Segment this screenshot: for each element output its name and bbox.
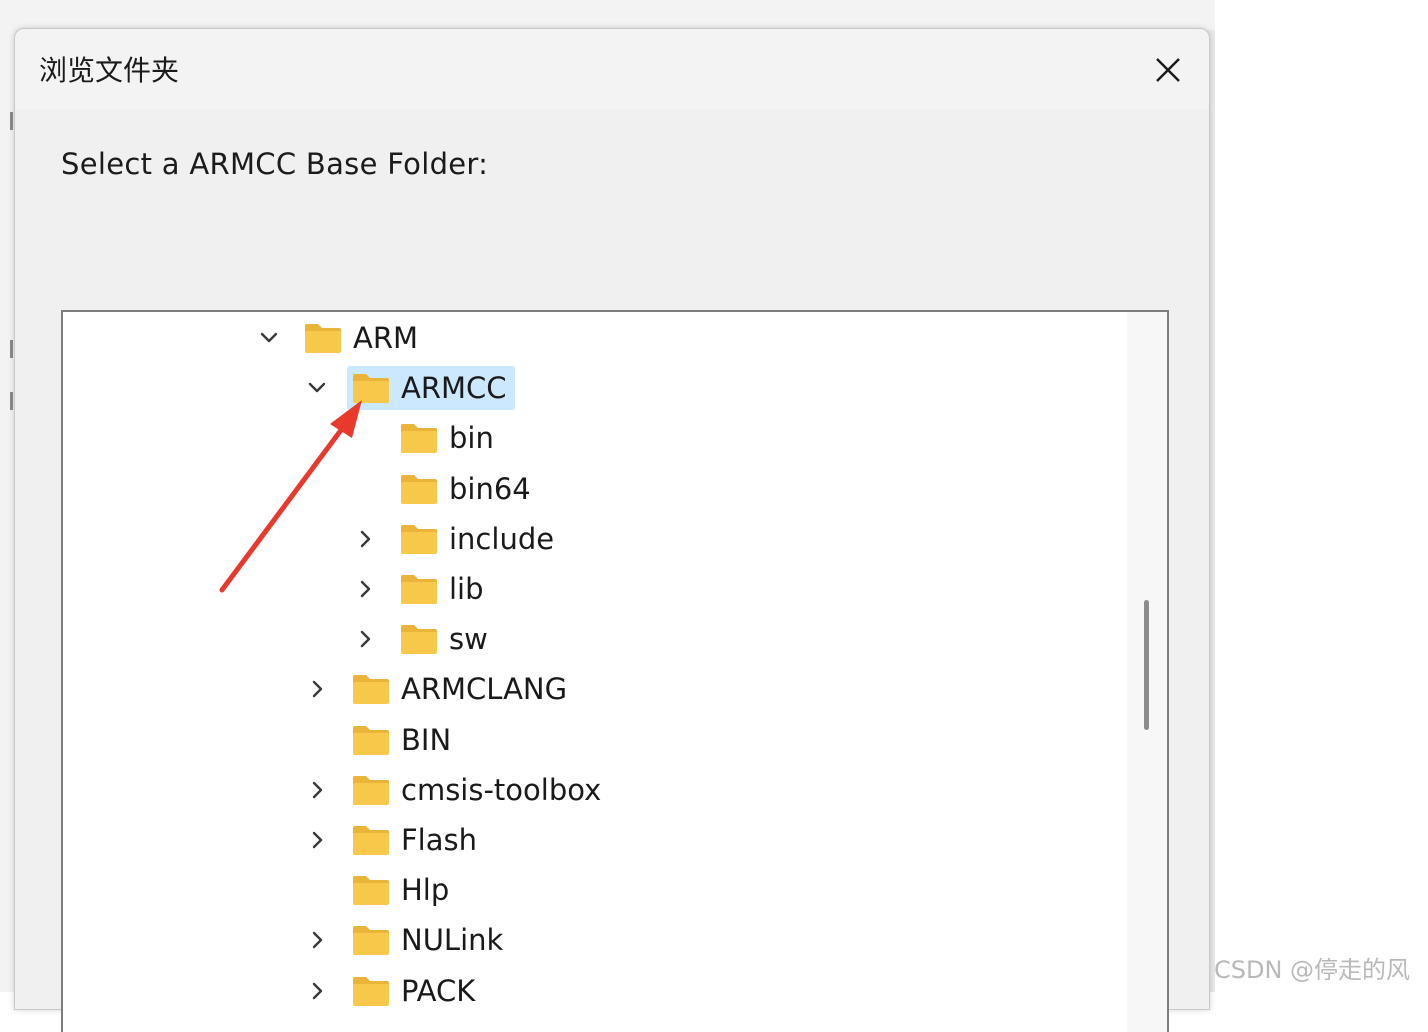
folder-icon — [401, 524, 437, 554]
tree-expander[interactable] — [255, 324, 283, 352]
tree-node[interactable]: Flash — [303, 818, 485, 862]
folder-icon — [353, 826, 389, 855]
tree-node[interactable]: bin — [351, 416, 502, 460]
tree-node[interactable]: BIN — [303, 718, 459, 762]
tree-node-label: ARMCC — [401, 371, 507, 406]
tree-node[interactable]: ARM — [255, 316, 426, 360]
tree-node[interactable]: cmsis-toolbox — [303, 768, 609, 812]
tree-node-item[interactable]: bin — [395, 416, 502, 460]
tree-node-label: sw — [449, 622, 488, 657]
tree-node[interactable]: ARMCC — [303, 366, 515, 411]
chevron-down-icon — [308, 382, 326, 393]
chevron-right-icon — [312, 781, 323, 798]
dialog-title: 浏览文件夹 — [39, 54, 180, 87]
tree-expander[interactable] — [303, 374, 331, 402]
tree-node[interactable]: NULink — [303, 918, 511, 962]
tree-node-item[interactable]: Flash — [347, 818, 485, 862]
tree-node-label: include — [449, 521, 555, 556]
tree-node[interactable]: lib — [351, 567, 492, 611]
folder-icon — [353, 775, 389, 805]
tree-node-item[interactable]: sw — [395, 617, 496, 661]
tree-node-item[interactable]: NULink — [347, 918, 511, 962]
tree-node-label: Flash — [401, 823, 477, 857]
folder-icon — [353, 926, 389, 956]
tree-node-label: BIN — [401, 722, 452, 757]
tree-node-item[interactable]: cmsis-toolbox — [347, 768, 609, 812]
scrollbar-thumb[interactable] — [1144, 600, 1149, 730]
tree-node-item[interactable]: lib — [395, 567, 492, 611]
folder-icon — [353, 976, 389, 1006]
chevron-right-icon — [312, 982, 323, 999]
tree-scrollbar[interactable] — [1127, 312, 1167, 1032]
tree-expander[interactable] — [303, 926, 331, 954]
folder-icon — [353, 876, 389, 906]
folder-icon — [401, 424, 437, 454]
watermark: CSDN @停走的风 — [1214, 956, 1411, 984]
tree-node[interactable]: PACK — [303, 969, 483, 1013]
close-icon — [1156, 58, 1180, 82]
tree-node[interactable]: include — [351, 517, 562, 561]
tree-node[interactable]: bin64 — [351, 467, 539, 511]
tree-node-label: NULink — [401, 923, 504, 958]
tree-node[interactable]: ARMCLANG — [303, 667, 575, 711]
folder-icon — [353, 675, 389, 705]
folder-icon — [353, 725, 389, 755]
tree-expander[interactable] — [351, 625, 379, 653]
tree-node-selected[interactable]: ARMCC — [347, 366, 515, 411]
tree-node-label: lib — [449, 572, 484, 606]
tree-node-label: bin64 — [449, 471, 531, 506]
tree-node-item[interactable]: BIN — [347, 718, 459, 762]
tree-expander[interactable] — [303, 776, 331, 804]
folder-tree[interactable]: ARM ARMCC bin bin64 include lib sw ARMCLANG BIN c… — [61, 310, 1169, 1032]
tree-node-label: Hlp — [401, 873, 450, 908]
folder-icon — [305, 324, 341, 353]
chevron-right-icon — [312, 831, 323, 849]
folder-icon — [401, 575, 437, 604]
dialog-prompt: Select a ARMCC Base Folder: — [61, 147, 489, 181]
folder-icon — [401, 474, 437, 504]
close-button[interactable] — [1145, 47, 1191, 93]
chevron-right-icon — [312, 681, 323, 698]
tree-node-item[interactable]: bin64 — [395, 467, 539, 511]
tree-node-label: bin — [449, 421, 494, 456]
tree-expander[interactable] — [303, 977, 331, 1005]
tree-node-item[interactable]: PACK — [347, 969, 483, 1013]
tree-node-label: PACK — [401, 973, 476, 1008]
folder-icon — [353, 374, 389, 404]
chevron-right-icon — [360, 580, 371, 598]
tree-node-label: cmsis-toolbox — [401, 772, 602, 807]
tree-expander[interactable] — [351, 525, 379, 553]
tree-node-item[interactable]: ARM — [299, 316, 426, 360]
chevron-right-icon — [360, 530, 371, 547]
tree-node-label: ARMCLANG — [401, 672, 568, 707]
tree-expander[interactable] — [351, 575, 379, 603]
chevron-down-icon — [260, 332, 278, 343]
tree-node-item[interactable]: ARMCLANG — [347, 667, 575, 711]
dialog-titlebar: 浏览文件夹 — [15, 29, 1209, 109]
browse-folder-dialog: 浏览文件夹 Select a ARMCC Base Folder: ARM ARM… — [14, 28, 1210, 1032]
folder-icon — [401, 625, 437, 655]
tree-node-item[interactable]: include — [395, 517, 562, 561]
chevron-right-icon — [312, 932, 323, 949]
tree-expander[interactable] — [303, 675, 331, 703]
tree-expander[interactable] — [303, 826, 331, 854]
tree-node-item[interactable]: Hlp — [347, 868, 457, 912]
tree-node[interactable]: sw — [351, 617, 496, 661]
tree-node-label: ARM — [353, 321, 419, 355]
chevron-right-icon — [360, 630, 371, 648]
tree-node[interactable]: Hlp — [303, 868, 457, 912]
